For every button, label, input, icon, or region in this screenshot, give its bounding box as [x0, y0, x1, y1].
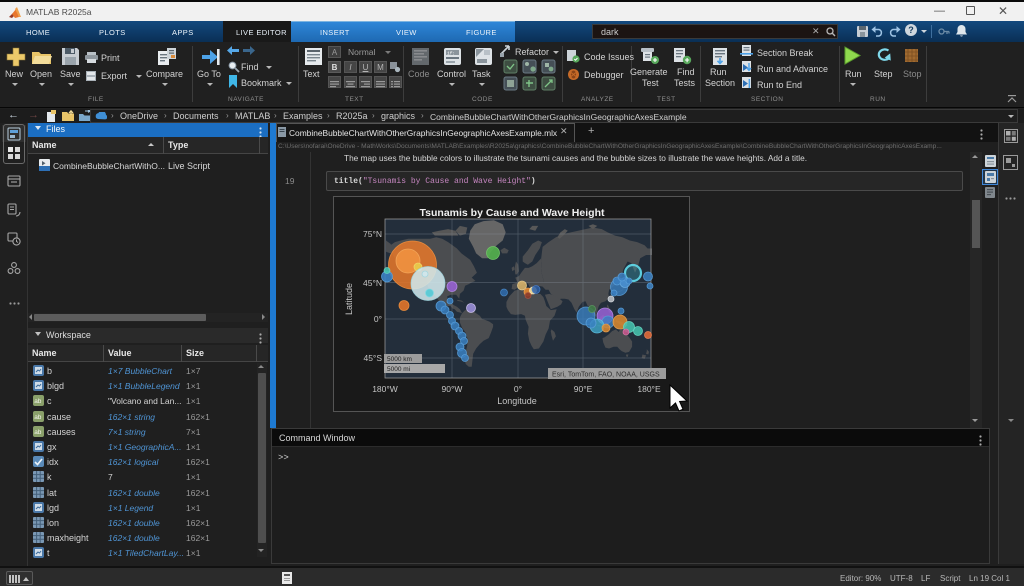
svg-text:ab: ab — [34, 414, 42, 421]
svg-text:Tsunamis by Cause and Wave Hei: Tsunamis by Cause and Wave Height — [420, 207, 605, 219]
svg-text:5000 km: 5000 km — [387, 356, 412, 363]
svg-text:180°E: 180°E — [637, 384, 661, 394]
svg-text:Latitude: Latitude — [344, 283, 354, 315]
svg-text:0°: 0° — [374, 314, 382, 324]
svg-text:ab: ab — [34, 429, 42, 436]
svg-text:Longitude: Longitude — [497, 396, 537, 406]
svg-text:75°N: 75°N — [363, 229, 382, 239]
svg-text:90°E: 90°E — [574, 384, 593, 394]
svg-text:180°W: 180°W — [372, 384, 398, 394]
svg-text:90°W: 90°W — [442, 384, 463, 394]
svg-text:45°S: 45°S — [363, 353, 382, 363]
svg-text:if:: if: — [447, 51, 455, 57]
svg-text:5000 mi: 5000 mi — [387, 366, 410, 373]
svg-text:ab: ab — [34, 398, 42, 405]
svg-text:Esri, TomTom, FAO, NOAA, USGS: Esri, TomTom, FAO, NOAA, USGS — [552, 372, 660, 379]
svg-text:45°N: 45°N — [363, 278, 382, 288]
svg-text:0°: 0° — [514, 384, 522, 394]
